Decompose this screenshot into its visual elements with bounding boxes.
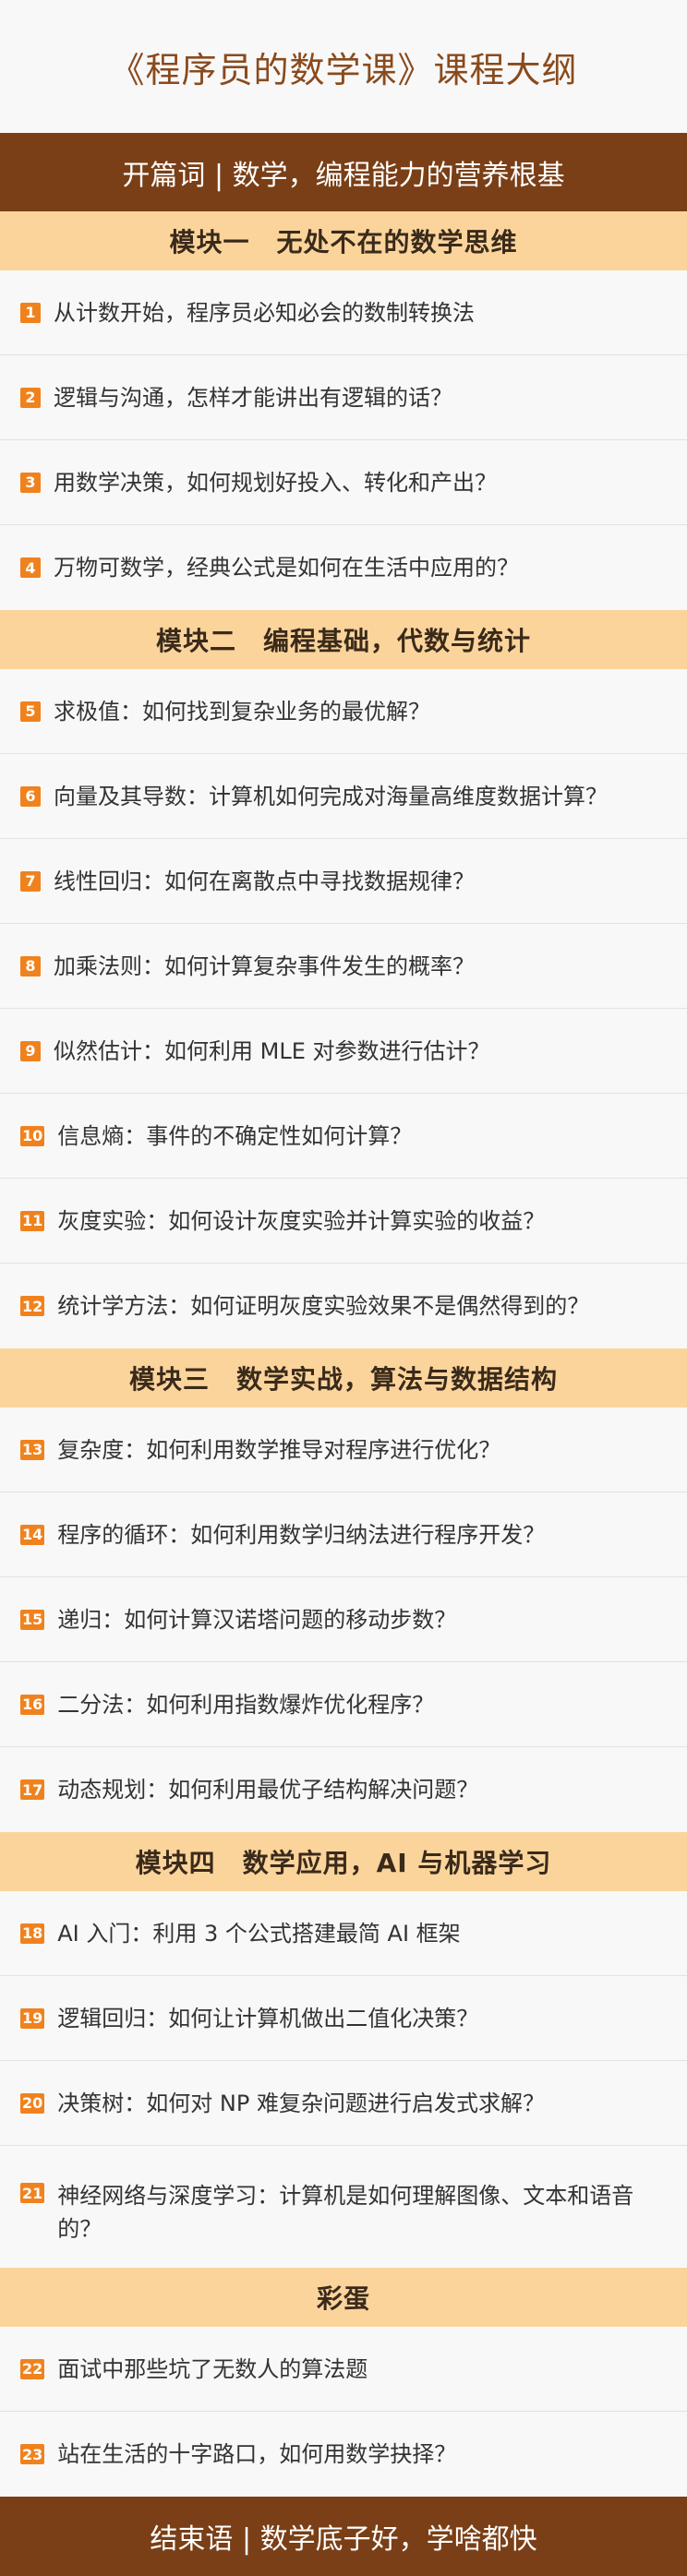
lesson-item[interactable]: 3 用数学决策，如何规划好投入、转化和产出？ bbox=[0, 440, 687, 525]
lesson-number-badge: 13 bbox=[20, 1439, 45, 1460]
lesson-title: 动态规划：如何利用最优子结构解决问题？ bbox=[57, 1777, 479, 1803]
closing-chapter[interactable]: 结束语 | 数学底子好，学啥都快 bbox=[0, 2497, 687, 2576]
lesson-title: 统计学方法：如何证明灰度实验效果不是偶然得到的？ bbox=[57, 1293, 590, 1319]
module-header: 模块二 编程基础，代数与统计 bbox=[0, 610, 687, 669]
lesson-title: 面试中那些坑了无数人的算法题 bbox=[57, 2355, 368, 2382]
lesson-number-badge: 20 bbox=[20, 2092, 45, 2114]
lesson-item[interactable]: 23 站在生活的十字路口，如何用数学抉择？ bbox=[0, 2412, 687, 2497]
page-title: 《程序员的数学课》课程大纲 bbox=[0, 0, 687, 133]
lesson-title: 复杂度：如何利用数学推导对程序进行优化？ bbox=[57, 1436, 501, 1463]
lesson-item[interactable]: 2 逻辑与沟通，怎样才能讲出有逻辑的话？ bbox=[0, 355, 687, 440]
lesson-number-badge: 19 bbox=[20, 2007, 45, 2029]
lesson-number-badge: 7 bbox=[20, 870, 41, 892]
lesson-title: 线性回归：如何在离散点中寻找数据规律？ bbox=[54, 868, 475, 894]
lesson-number-badge: 16 bbox=[20, 1694, 45, 1715]
lesson-title: 神经网络与深度学习：计算机是如何理解图像、文本和语音的？ bbox=[57, 2183, 634, 2242]
lesson-item[interactable]: 4 万物可数学，经典公式是如何在生活中应用的？ bbox=[0, 525, 687, 610]
lesson-item[interactable]: 5 求极值：如何找到复杂业务的最优解？ bbox=[0, 669, 687, 754]
lesson-item[interactable]: 17 动态规划：如何利用最优子结构解决问题？ bbox=[0, 1747, 687, 1832]
lesson-number-badge: 17 bbox=[20, 1779, 45, 1800]
module-header: 模块四 数学应用，AI 与机器学习 bbox=[0, 1832, 687, 1891]
lesson-title: 站在生活的十字路口，如何用数学抉择？ bbox=[57, 2441, 457, 2467]
lesson-title: 决策树：如何对 NP 难复杂问题进行启发式求解？ bbox=[57, 2090, 545, 2116]
lesson-number-badge: 15 bbox=[20, 1609, 45, 1630]
lesson-number-badge: 1 bbox=[20, 302, 41, 323]
module-header: 彩蛋 bbox=[0, 2268, 687, 2327]
lesson-number-badge: 21 bbox=[20, 2183, 45, 2203]
lesson-title: 向量及其导数：计算机如何完成对海量高维度数据计算？ bbox=[54, 783, 608, 809]
lesson-number-badge: 12 bbox=[20, 1296, 45, 1316]
course-outline: 模块一 无处不在的数学思维 1 从计数开始，程序员必知必会的数制转换法 2 逻辑与沟通，… bbox=[0, 211, 687, 2497]
module-header: 模块一 无处不在的数学思维 bbox=[0, 211, 687, 270]
lesson-title: 加乘法则：如何计算复杂事件发生的概率？ bbox=[54, 953, 475, 979]
lesson-title: AI 入门：利用 3 个公式搭建最简 AI 框架 bbox=[57, 1920, 461, 1947]
lesson-item[interactable]: 15 递归：如何计算汉诺塔问题的移动步数？ bbox=[0, 1577, 687, 1662]
lesson-item[interactable]: 8 加乘法则：如何计算复杂事件发生的概率？ bbox=[0, 924, 687, 1009]
lesson-number-badge: 2 bbox=[20, 387, 41, 408]
lesson-item[interactable]: 16 二分法：如何利用指数爆炸优化程序？ bbox=[0, 1662, 687, 1747]
lesson-item[interactable]: 20 决策树：如何对 NP 难复杂问题进行启发式求解？ bbox=[0, 2061, 687, 2146]
lesson-title: 求极值：如何找到复杂业务的最优解？ bbox=[54, 698, 430, 725]
lesson-number-badge: 23 bbox=[20, 2444, 45, 2464]
lesson-title: 逻辑与沟通，怎样才能讲出有逻辑的话？ bbox=[54, 384, 452, 411]
lesson-number-badge: 5 bbox=[20, 701, 41, 722]
lesson-item[interactable]: 9 似然估计：如何利用 MLE 对参数进行估计？ bbox=[0, 1009, 687, 1094]
lesson-title: 递归：如何计算汉诺塔问题的移动步数？ bbox=[57, 1606, 457, 1633]
lesson-number-badge: 11 bbox=[20, 1210, 45, 1231]
lesson-item[interactable]: 12 统计学方法：如何证明灰度实验效果不是偶然得到的？ bbox=[0, 1264, 687, 1348]
lesson-item[interactable]: 22 面试中那些坑了无数人的算法题 bbox=[0, 2327, 687, 2412]
lesson-title: 似然估计：如何利用 MLE 对参数进行估计？ bbox=[54, 1037, 490, 1064]
lesson-number-badge: 9 bbox=[20, 1040, 41, 1061]
lesson-item[interactable]: 19 逻辑回归：如何让计算机做出二值化决策？ bbox=[0, 1976, 687, 2061]
lesson-title: 信息熵：事件的不确定性如何计算？ bbox=[57, 1122, 413, 1149]
lesson-title: 二分法：如何利用指数爆炸优化程序？ bbox=[57, 1691, 435, 1718]
lesson-item[interactable]: 7 线性回归：如何在离散点中寻找数据规律？ bbox=[0, 839, 687, 924]
lesson-number-badge: 10 bbox=[20, 1125, 45, 1146]
lesson-title: 灰度实验：如何设计灰度实验并计算实验的收益？ bbox=[57, 1207, 546, 1234]
lesson-item[interactable]: 10 信息熵：事件的不确定性如何计算？ bbox=[0, 1094, 687, 1179]
lesson-title: 逻辑回归：如何让计算机做出二值化决策？ bbox=[57, 2005, 479, 2031]
lesson-number-badge: 18 bbox=[20, 1923, 45, 1944]
lesson-item[interactable]: 13 复杂度：如何利用数学推导对程序进行优化？ bbox=[0, 1408, 687, 1492]
lesson-item[interactable]: 14 程序的循环：如何利用数学归纳法进行程序开发？ bbox=[0, 1492, 687, 1577]
lesson-item[interactable]: 18 AI 入门：利用 3 个公式搭建最简 AI 框架 bbox=[0, 1891, 687, 1976]
lesson-item[interactable]: 6 向量及其导数：计算机如何完成对海量高维度数据计算？ bbox=[0, 754, 687, 839]
lesson-title: 万物可数学，经典公式是如何在生活中应用的？ bbox=[54, 555, 519, 581]
lesson-number-badge: 14 bbox=[20, 1524, 45, 1545]
lesson-item[interactable]: 1 从计数开始，程序员必知必会的数制转换法 bbox=[0, 270, 687, 355]
module-header: 模块三 数学实战，算法与数据结构 bbox=[0, 1348, 687, 1408]
lesson-number-badge: 8 bbox=[20, 955, 41, 976]
lesson-number-badge: 6 bbox=[20, 785, 41, 807]
lesson-number-badge: 3 bbox=[20, 472, 41, 493]
lesson-number-badge: 22 bbox=[20, 2358, 45, 2379]
lesson-number-badge: 4 bbox=[20, 557, 41, 578]
lesson-title: 程序的循环：如何利用数学归纳法进行程序开发？ bbox=[57, 1521, 546, 1548]
lesson-title: 从计数开始，程序员必知必会的数制转换法 bbox=[54, 299, 475, 326]
opening-chapter[interactable]: 开篇词 | 数学，编程能力的营养根基 bbox=[0, 133, 687, 211]
lesson-title: 用数学决策，如何规划好投入、转化和产出？ bbox=[54, 469, 497, 496]
lesson-item[interactable]: 11 灰度实验：如何设计灰度实验并计算实验的收益？ bbox=[0, 1179, 687, 1264]
lesson-item[interactable]: 21 神经网络与深度学习：计算机是如何理解图像、文本和语音的？ bbox=[0, 2146, 687, 2268]
